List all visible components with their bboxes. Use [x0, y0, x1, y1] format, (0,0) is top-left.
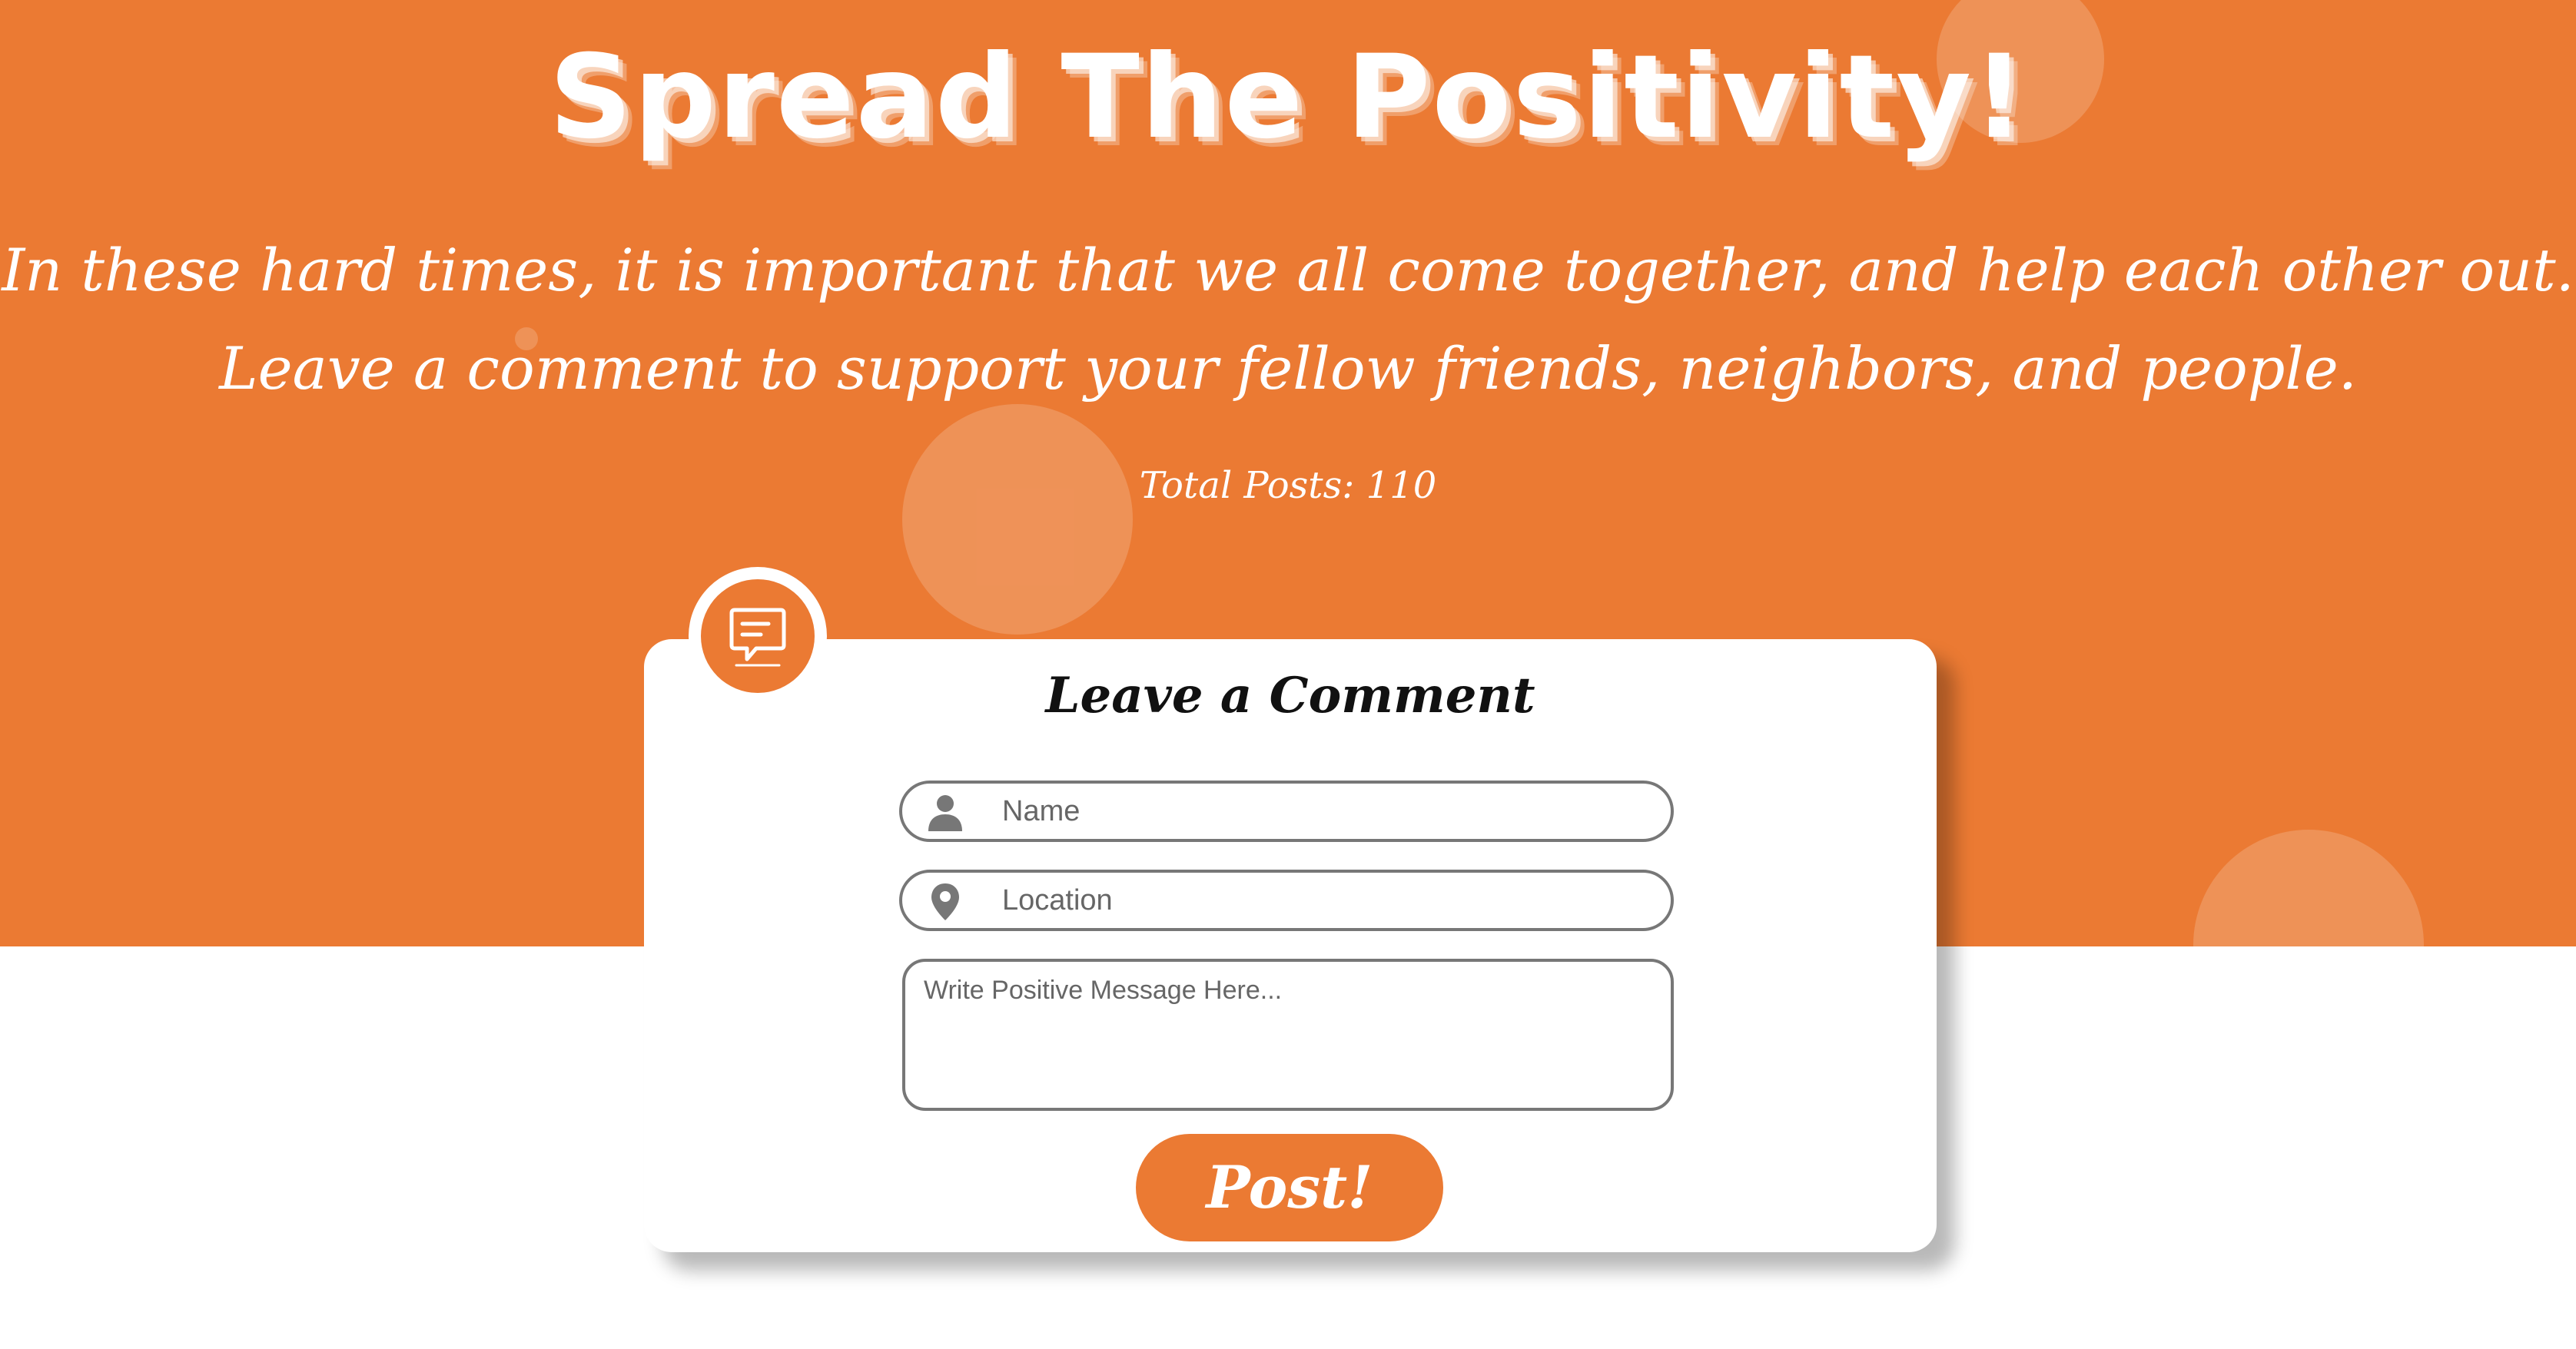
comment-form-title: Leave a Comment: [1045, 667, 1535, 724]
chat-bubble-icon: [729, 608, 786, 667]
post-button[interactable]: Post!: [1136, 1134, 1443, 1241]
subtitle-line-2: Leave a comment to support your fellow f…: [219, 334, 2357, 403]
message-textarea[interactable]: Write Positive Message Here...: [902, 959, 1674, 1111]
page-title: Spread The Positivity!: [549, 31, 2027, 164]
page: Spread The Positivity! In these hard tim…: [0, 0, 2576, 1349]
decorative-bubble: [902, 404, 1133, 635]
page-subtitle: In these hard times, it is important tha…: [0, 221, 2576, 418]
name-field[interactable]: Name: [899, 781, 1674, 842]
comment-form-badge: [689, 567, 827, 705]
subtitle-line-1: In these hard times, it is important tha…: [2, 236, 2574, 304]
comment-form-card: Leave a Comment Name Location Write Posi…: [644, 639, 1937, 1252]
decorative-bubble: [2193, 830, 2424, 946]
map-pin-icon: [931, 883, 959, 920]
message-placeholder: Write Positive Message Here...: [924, 976, 1283, 1005]
user-icon: [928, 795, 962, 831]
location-field[interactable]: Location: [899, 870, 1674, 931]
location-input[interactable]: Location: [1002, 873, 1113, 928]
total-posts-count: Total Posts: 110: [1139, 464, 1437, 507]
name-input[interactable]: Name: [1002, 784, 1080, 839]
